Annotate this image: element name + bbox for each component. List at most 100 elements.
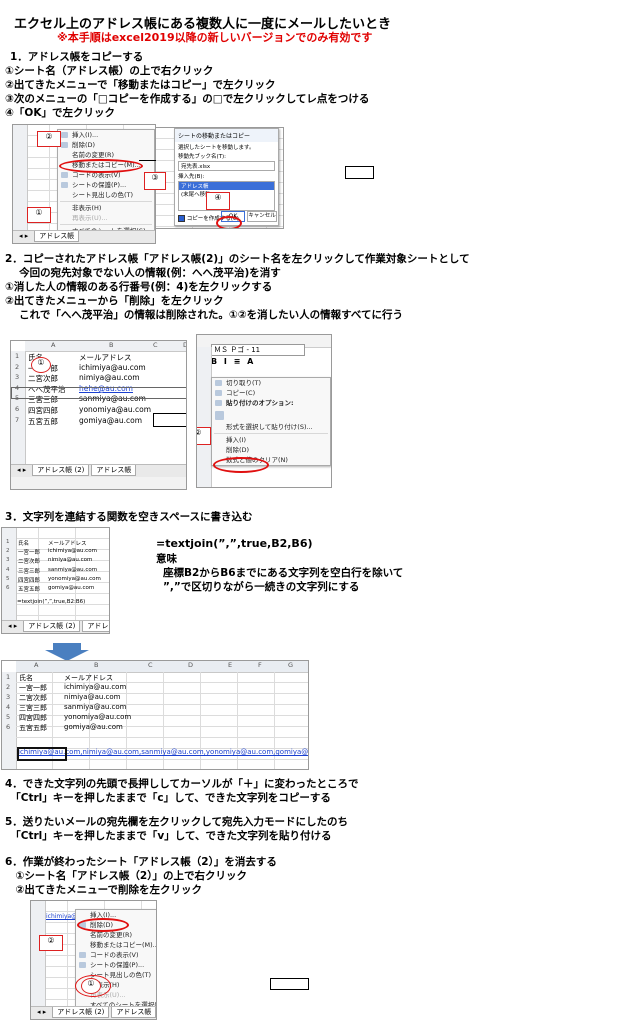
font-name-box[interactable]: ＭＳ Ｐゴ - 11 xyxy=(211,344,305,356)
email-cell[interactable]: メールアドレス xyxy=(79,352,132,363)
row-number[interactable]: 5 xyxy=(6,713,10,721)
row-number[interactable]: 7 xyxy=(15,416,19,424)
email-cell[interactable]: ichimiya@au.com xyxy=(79,363,146,372)
tab-nav-arrows[interactable]: ◂ ▸ xyxy=(13,465,30,475)
step1-heading: 1．アドレス帳をコピーする xyxy=(10,51,144,63)
email-cell[interactable]: nimiya@au.com xyxy=(48,557,92,563)
dialog-list-item-selected[interactable]: アドレス帳 xyxy=(179,182,274,190)
selected-row-4[interactable] xyxy=(11,387,186,399)
menu-tab-color[interactable]: シート見出しの色(T) xyxy=(58,190,154,200)
email-cell[interactable]: gomiya@au.com xyxy=(48,585,94,591)
email-cell[interactable]: yonomiya@au.com xyxy=(64,713,131,721)
menu-insert[interactable]: 挿入(I) xyxy=(212,435,330,445)
name-cell[interactable]: 二宮次郎 xyxy=(18,557,40,565)
step3-sheet-screenshot: 1 氏名 メールアドレス 2 一宮一郎 ichimiya@au.com 3 二宮次郎 nimiy… xyxy=(1,527,110,634)
tab-nav-arrows[interactable]: ◂ ▸ xyxy=(15,231,32,241)
menu-view-code[interactable]: コードの表示(V) xyxy=(76,950,156,960)
row-number[interactable]: 6 xyxy=(6,723,10,731)
name-cell[interactable]: 三宮三郎 xyxy=(19,703,47,713)
email-cell[interactable]: ichimiya@au.com xyxy=(64,683,126,691)
row-number[interactable]: 3 xyxy=(6,693,10,701)
email-cell[interactable]: gomiya@au.com xyxy=(64,723,123,731)
step1-line-1: ①シート名（アドレス帳）の上で右クリック xyxy=(5,65,214,77)
menu-insert[interactable]: 挿入(I)... xyxy=(58,130,154,140)
email-cell[interactable]: nimiya@au.com xyxy=(64,693,120,701)
dialog-book-select[interactable]: 宛先表.xlsx xyxy=(178,161,275,171)
name-cell[interactable]: 四宮四郎 xyxy=(28,405,58,416)
menu-paste-special[interactable]: 形式を選択して貼り付け(S)... xyxy=(212,422,330,432)
email-cell[interactable]: yonomiya@au.com xyxy=(48,576,101,582)
email-cell[interactable]: nimiya@au.com xyxy=(79,373,140,382)
step6-line-2: ①シート名「アドレス帳（2）」の上で右クリック xyxy=(5,870,247,882)
name-cell[interactable]: 氏名 xyxy=(18,539,29,547)
email-cell[interactable]: gomiya@au.com xyxy=(79,416,142,425)
email-cell[interactable]: yonomiya@au.com xyxy=(79,405,151,414)
row-number[interactable]: 1 xyxy=(6,539,10,545)
step2-line-4: ②出てきたメニューから「削除」を左クリック xyxy=(5,295,224,307)
menu-move-or-copy[interactable]: 移動またはコピー(M)... xyxy=(76,940,156,950)
step4-line-1: 4．できた文字列の先頭で長押ししてカーソルが「＋」に変わったところで xyxy=(5,778,359,790)
sheet-tab-address-book[interactable]: アドレス帳 xyxy=(111,1007,156,1018)
callout-2: ② xyxy=(197,427,211,445)
row-number[interactable]: 6 xyxy=(15,405,19,413)
menu-delete[interactable]: 削除(D) xyxy=(212,445,330,455)
dialog-cancel-button[interactable]: キャンセル xyxy=(247,211,277,222)
sheet-tab-address-book-2[interactable]: アドレス帳 (2) xyxy=(23,621,81,632)
tab-nav-arrows[interactable]: ◂ ▸ xyxy=(4,621,21,631)
copy-checkbox[interactable] xyxy=(178,215,185,222)
formula-cell[interactable]: =textjoin(”,”,true,B2:B6) xyxy=(17,599,85,605)
step1-context-menu: 挿入(I)... 削除(D) 名前の変更(R) 移動またはコピー(M)... コ… xyxy=(57,129,155,237)
menu-rename[interactable]: 名前の変更(R) xyxy=(76,930,156,940)
name-cell[interactable]: 一宮一郎 xyxy=(19,683,47,693)
sheet-tab-address-book[interactable]: アドレス帳 xyxy=(34,231,80,242)
name-cell[interactable]: 三宮三郎 xyxy=(18,567,40,575)
sheet-tab-address-book[interactable]: アドレス帳 xyxy=(91,465,137,476)
tab-nav-arrows[interactable]: ◂ ▸ xyxy=(33,1007,50,1017)
name-cell[interactable]: 五宮五郎 xyxy=(28,416,58,427)
name-cell[interactable]: 五宮五郎 xyxy=(19,723,47,733)
row-number[interactable]: 4 xyxy=(6,567,10,573)
row-number[interactable]: 6 xyxy=(6,585,10,591)
menu-paste-options[interactable]: 貼り付けのオプション: xyxy=(212,398,330,408)
menu-protect-sheet[interactable]: シートの保護(P)... xyxy=(58,180,154,190)
highlight-ring xyxy=(77,918,129,932)
menu-protect-sheet[interactable]: シートの保護(P)... xyxy=(76,960,156,970)
row-number[interactable]: 1 xyxy=(6,673,10,681)
step3-heading: 3．文字列を連結する関数を空きスペースに書き込む xyxy=(5,511,253,523)
menu-hide[interactable]: 非表示(H) xyxy=(58,203,154,213)
name-cell[interactable]: 一宮一郎 xyxy=(18,548,40,556)
dialog-text-3: 挿入先(B): xyxy=(178,174,205,180)
name-cell[interactable]: 四宮四郎 xyxy=(18,576,40,584)
move-copy-dialog: シートの移動またはコピー 選択したシートを移動します。 移動先ブック名(T): … xyxy=(174,128,279,226)
row-number[interactable]: 2 xyxy=(15,363,19,371)
name-cell[interactable]: 氏名 xyxy=(19,673,33,683)
row-number[interactable]: 1 xyxy=(15,352,19,360)
row-number[interactable]: 3 xyxy=(6,557,10,563)
row-number[interactable]: 4 xyxy=(6,703,10,711)
sheet-tab-address-book-2[interactable]: アドレス帳 (2) xyxy=(52,1007,110,1018)
sheet-tab-address-book-2[interactable]: アドレス帳 (2) xyxy=(32,465,90,476)
email-cell[interactable]: sanmiya@au.com xyxy=(48,567,97,573)
menu-delete[interactable]: 削除(D) xyxy=(58,140,154,150)
menu-copy[interactable]: コピー(C) xyxy=(212,388,330,398)
format-toolbar[interactable]: B I ≡ A xyxy=(211,357,255,366)
menu-cut[interactable]: 切り取り(T) xyxy=(212,378,330,388)
paste-icon-row[interactable] xyxy=(212,408,330,422)
sheet-tab-address-book[interactable]: アドレス帳 xyxy=(82,621,109,632)
row-number[interactable]: 2 xyxy=(6,548,10,554)
selected-cell-a9[interactable] xyxy=(17,747,67,761)
name-cell[interactable]: 二宮次郎 xyxy=(28,373,58,384)
step1-dialog-screenshot: シートの移動またはコピー 選択したシートを移動します。 移動先ブック名(T): … xyxy=(155,127,284,229)
menu-unhide[interactable]: 再表示(U)... xyxy=(58,213,154,223)
name-cell[interactable]: 四宮四郎 xyxy=(19,713,47,723)
row-number[interactable]: 2 xyxy=(6,683,10,691)
row-number[interactable]: 5 xyxy=(6,576,10,582)
name-cell[interactable]: 五宮五郎 xyxy=(18,585,40,593)
row-number[interactable]: 3 xyxy=(15,373,19,381)
name-cell[interactable]: 二宮次郎 xyxy=(19,693,47,703)
step2-line-3: ①消した人の情報のある行番号(例：4)を左クリックする xyxy=(5,281,273,293)
email-cell[interactable]: メールアドレス xyxy=(64,673,113,683)
email-cell[interactable]: sanmiya@au.com xyxy=(64,703,126,711)
email-cell[interactable]: メールアドレス xyxy=(48,539,87,547)
email-cell[interactable]: ichimiya@au.com xyxy=(48,548,97,554)
